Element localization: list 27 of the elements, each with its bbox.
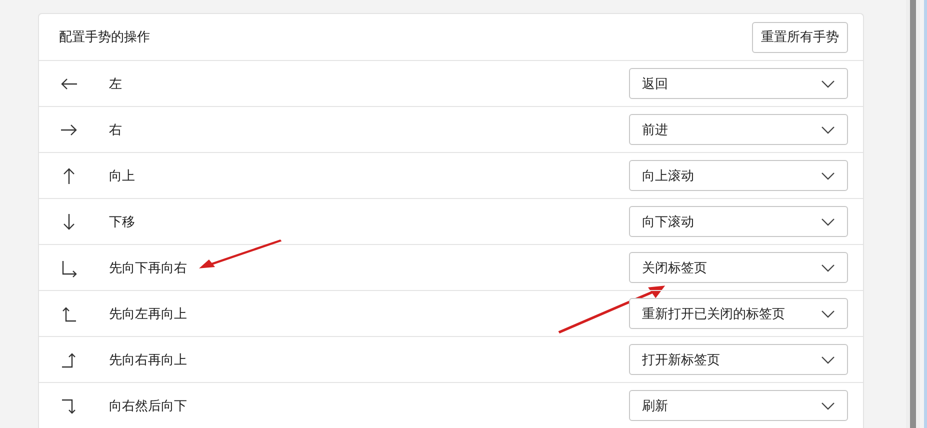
panel-title: 配置手势的操作 <box>59 29 150 46</box>
chevron-down-icon <box>821 402 835 410</box>
action-dropdown[interactable]: 向下滚动 <box>629 206 848 237</box>
action-dropdown[interactable]: 前进 <box>629 114 848 145</box>
action-dropdown[interactable]: 重新打开已关闭的标签页 <box>629 298 848 329</box>
action-dropdown[interactable]: 打开新标签页 <box>629 344 848 375</box>
gesture-label: 向上 <box>109 168 135 184</box>
chevron-down-icon <box>821 356 835 364</box>
action-dropdown[interactable]: 关闭标签页 <box>629 252 848 283</box>
scrollbar[interactable] <box>906 0 920 428</box>
chevron-down-icon <box>821 310 835 318</box>
chevron-down-icon <box>821 172 835 180</box>
gesture-label: 先向下再向右 <box>109 260 187 276</box>
gesture-label: 下移 <box>109 214 135 230</box>
chevron-down-icon <box>821 218 835 226</box>
gesture-label: 向右然后向下 <box>109 398 187 414</box>
gesture-label: 左 <box>109 76 122 92</box>
gesture-label: 右 <box>109 122 122 138</box>
action-dropdown[interactable]: 返回 <box>629 68 848 99</box>
gesture-label: 先向右再向上 <box>109 352 187 368</box>
chevron-down-icon <box>821 264 835 272</box>
chevron-down-icon <box>821 80 835 88</box>
action-dropdown[interactable]: 刷新 <box>629 390 848 421</box>
gesture-label: 先向左再向上 <box>109 306 187 322</box>
reset-button[interactable]: 重置所有手势 <box>752 22 848 52</box>
action-dropdown[interactable]: 向上滚动 <box>629 160 848 191</box>
chevron-down-icon <box>821 126 835 134</box>
